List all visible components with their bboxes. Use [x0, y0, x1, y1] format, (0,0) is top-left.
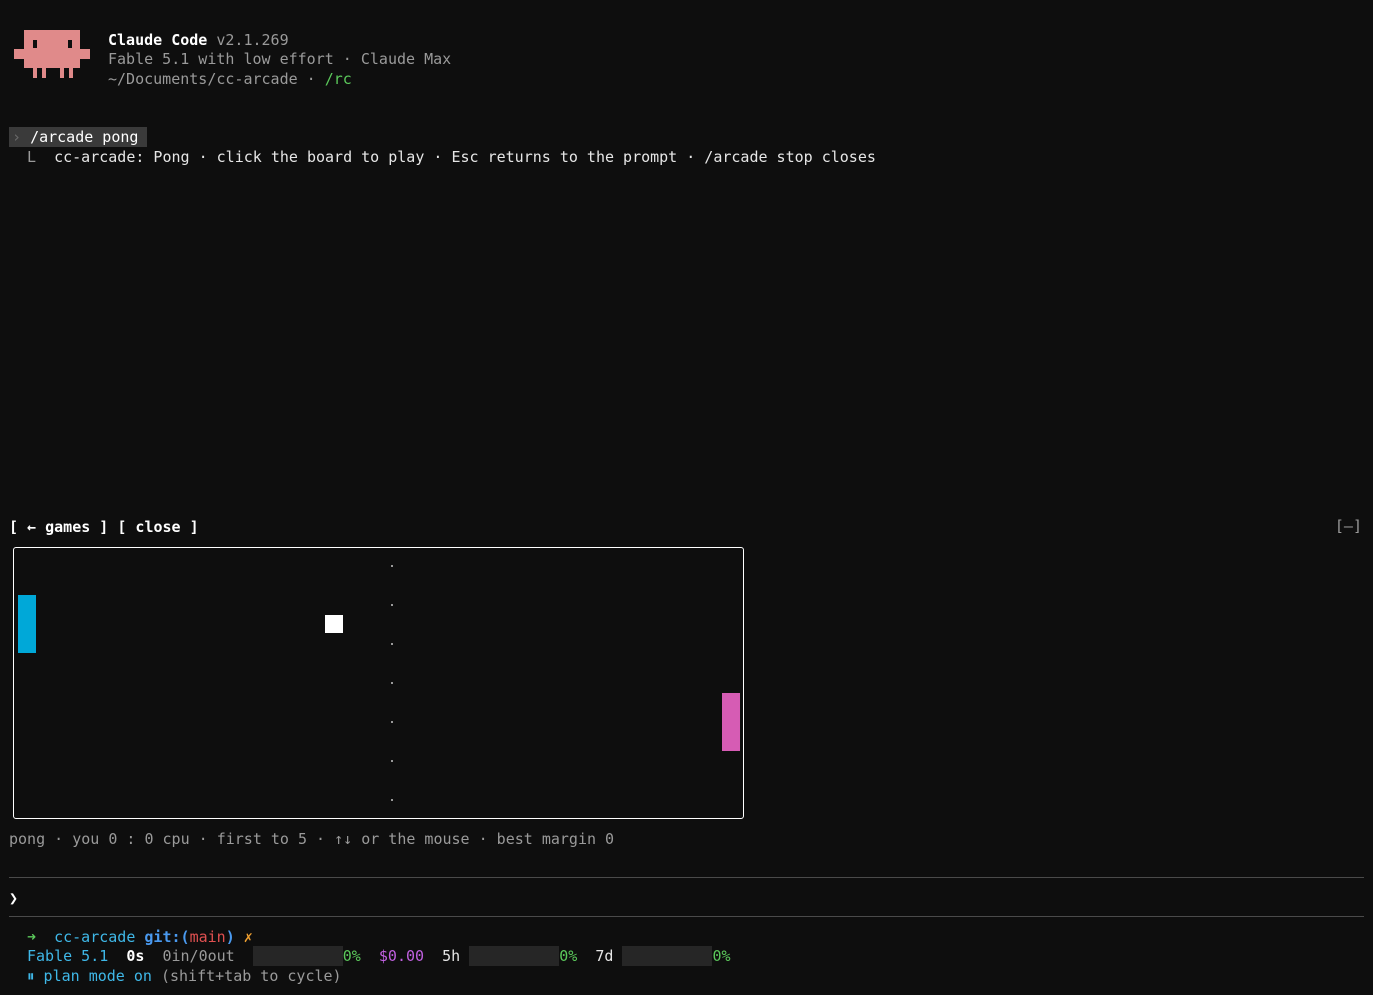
net-dot [391, 565, 393, 567]
model-name: Fable 5.1 [27, 947, 109, 965]
app-version: v2.1.269 [216, 31, 289, 49]
prompt-top-divider [9, 877, 1364, 878]
repo-dir: cc-arcade [54, 928, 136, 946]
player-paddle [18, 595, 36, 653]
token-count: 0in/0out [162, 947, 235, 965]
net-dot [391, 643, 393, 645]
net-dot [391, 760, 393, 762]
response-branch-icon: L [27, 148, 37, 166]
prompt-input[interactable] [27, 886, 1357, 908]
cpu-paddle [722, 693, 740, 751]
elapsed-time: 0s [126, 947, 145, 965]
git-label: git:( [144, 928, 190, 946]
git-label-close: ) [225, 928, 235, 946]
rc-link[interactable]: /rc [325, 70, 352, 88]
net-dot [391, 721, 393, 723]
minimize-button[interactable]: [–] [1335, 516, 1362, 536]
window-7d-bar [622, 946, 713, 966]
app-title-line: Claude Code v2.1.269 [108, 30, 289, 50]
prompt-arrow-icon: ➜ [27, 928, 37, 946]
separator: · [297, 70, 325, 88]
app-name: Claude Code [108, 31, 208, 49]
working-directory: ~/Documents/cc-arcade [108, 70, 298, 88]
command-chevron-icon: › [12, 128, 22, 146]
pong-board[interactable] [13, 547, 744, 819]
net-dot [391, 604, 393, 606]
git-branch: main [189, 928, 226, 946]
context-pct: 0% [342, 947, 361, 965]
net-dot [391, 799, 393, 801]
games-button[interactable]: [ ← games ] [9, 518, 108, 536]
response-text: cc-arcade: Pong · click the board to pla… [54, 148, 876, 166]
net-dot [391, 682, 393, 684]
usage-status-line: Fable 5.1 0s 0in/0out 0% $0.00 5h 0% 7d … [27, 946, 731, 966]
model-info: Fable 5.1 with low effort · Claude Max [108, 50, 452, 68]
command-response: L cc-arcade: Pong · click the board to p… [27, 147, 876, 167]
command-text: /arcade pong [30, 128, 139, 146]
plan-mode-line: ⏸ plan mode on (shift+tab to cycle) [27, 966, 342, 986]
window-7d-pct: 0% [712, 947, 731, 965]
window-5h-bar [469, 946, 560, 966]
session-cost: $0.00 [378, 947, 425, 965]
close-button[interactable]: [ close ] [117, 518, 198, 536]
arcade-nav: [ ← games ] [ close ] [9, 517, 199, 537]
claude-mascot-icon [14, 30, 90, 80]
game-status: pong · you 0 : 0 cpu · first to 5 · ↑↓ o… [9, 830, 615, 848]
pong-ball [325, 615, 343, 633]
git-status-line: ➜ cc-arcade git:(main) ✗ [27, 927, 253, 947]
plan-mode-text: plan mode on [43, 967, 152, 985]
dirty-icon: ✗ [243, 928, 253, 946]
pause-icon: ⏸ [27, 967, 35, 985]
plan-mode-hint: (shift+tab to cycle) [160, 967, 342, 985]
window-5h-label: 5h [442, 947, 461, 965]
context-bar [252, 946, 343, 966]
prompt-chevron-icon: ❯ [9, 889, 19, 907]
prompt-bottom-divider [9, 916, 1364, 917]
working-directory-line: ~/Documents/cc-arcade · /rc [108, 69, 352, 89]
command-echo: › /arcade pong [9, 127, 148, 147]
window-5h-pct: 0% [559, 947, 578, 965]
window-7d-label: 7d [595, 947, 614, 965]
